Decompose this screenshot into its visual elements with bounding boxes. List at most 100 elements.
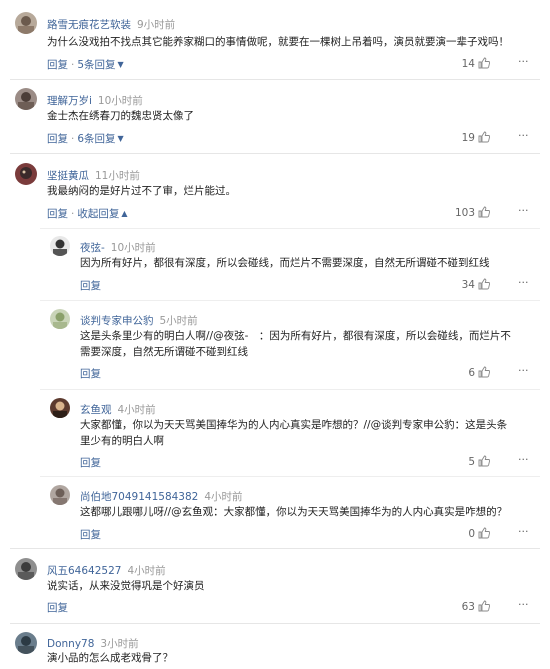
- replies-toggle[interactable]: 6条回复: [77, 133, 115, 145]
- more-dots-icon[interactable]: ···: [518, 276, 529, 289]
- avatar[interactable]: [15, 12, 37, 34]
- separator-dot: ·: [71, 133, 75, 145]
- chevron-up-icon[interactable]: ▲: [121, 209, 127, 218]
- like-button[interactable]: 63: [440, 600, 490, 613]
- reply-button[interactable]: 回复: [47, 600, 68, 615]
- like-button[interactable]: 0: [440, 527, 490, 540]
- comment-user[interactable]: Donny78 3小时前: [47, 636, 139, 651]
- like-count: 19: [461, 132, 475, 144]
- avatar[interactable]: [15, 163, 37, 185]
- avatar[interactable]: [15, 88, 37, 110]
- replies-toggle[interactable]: 收起回复: [77, 208, 119, 220]
- like-count: 14: [461, 58, 475, 70]
- timestamp: 11小时前: [95, 170, 140, 182]
- comment-user[interactable]: 夜弦- 10小时前: [80, 240, 156, 255]
- more-dots-icon[interactable]: ···: [518, 364, 529, 377]
- comment-user[interactable]: 尚伯地7049141584382 4小时前: [80, 489, 243, 504]
- comment-user[interactable]: 坚挺黄瓜 11小时前: [47, 168, 140, 183]
- avatar-image: [50, 236, 70, 256]
- avatar[interactable]: [50, 398, 70, 418]
- more-dots-icon[interactable]: ···: [518, 453, 529, 466]
- reply-button[interactable]: 回复: [47, 208, 68, 220]
- reply-button[interactable]: 回复: [47, 133, 68, 145]
- comment-actions: 回复 · 5条回复 ▼: [47, 57, 124, 72]
- timestamp: 3小时前: [100, 638, 139, 650]
- username[interactable]: 尚伯地7049141584382: [80, 491, 198, 503]
- like-button[interactable]: 34: [440, 278, 490, 291]
- username[interactable]: Donny78: [47, 638, 94, 650]
- comment-user[interactable]: 风五64642527 4小时前: [47, 563, 166, 578]
- thumbs-up-icon[interactable]: [478, 206, 490, 218]
- chevron-down-icon[interactable]: ▼: [118, 134, 124, 143]
- more-dots-icon[interactable]: ···: [518, 204, 529, 217]
- comment-text-line: 里少有的明白人啊: [80, 435, 164, 447]
- replies-toggle[interactable]: 5条回复: [77, 59, 115, 71]
- timestamp: 4小时前: [127, 565, 166, 577]
- comment-actions: 回复 · 6条回复 ▼: [47, 131, 124, 146]
- divider: [40, 228, 540, 229]
- username[interactable]: 坚挺黄瓜: [47, 170, 89, 182]
- divider: [10, 623, 540, 624]
- avatar[interactable]: [50, 236, 70, 256]
- more-dots-icon[interactable]: ···: [518, 598, 529, 611]
- reply-button[interactable]: 回复: [80, 366, 101, 381]
- reply-button[interactable]: 回复: [47, 59, 68, 71]
- like-count: 6: [468, 367, 475, 379]
- username[interactable]: 谈判专家申公豹: [80, 315, 154, 327]
- like-button[interactable]: 5: [440, 455, 490, 468]
- like-button[interactable]: 19: [440, 131, 490, 144]
- more-dots-icon[interactable]: ···: [518, 129, 529, 142]
- comment-text-line: 需要深度，自然无所谓碰不碰到红线: [80, 346, 248, 358]
- avatar-image: [15, 12, 37, 34]
- timestamp: 10小时前: [97, 95, 143, 107]
- like-count: 63: [461, 601, 475, 613]
- username[interactable]: 玄鱼观: [80, 404, 112, 416]
- comment-text: 这都哪儿跟哪儿呀//@玄鱼观：大家都懂，你以为天天骂美国捧华为的人内心真实是咋想…: [80, 506, 508, 518]
- username[interactable]: 风五64642527: [47, 565, 121, 577]
- timestamp: 4小时前: [204, 491, 243, 503]
- timestamp: 10小时前: [110, 242, 156, 254]
- reply-button[interactable]: 回复: [80, 455, 101, 470]
- like-count: 103: [454, 207, 475, 219]
- thumbs-up-icon[interactable]: [478, 600, 490, 612]
- avatar-image: [15, 558, 37, 580]
- divider: [40, 389, 540, 390]
- more-dots-icon[interactable]: ···: [518, 55, 529, 68]
- comment-user[interactable]: 玄鱼观 4小时前: [80, 402, 156, 417]
- timestamp: 9小时前: [137, 19, 176, 31]
- thumbs-up-icon[interactable]: [478, 366, 490, 378]
- thumbs-up-icon[interactable]: [478, 527, 490, 539]
- divider: [40, 300, 540, 301]
- like-count: 5: [468, 456, 475, 468]
- like-button[interactable]: 103: [440, 206, 490, 219]
- divider: [10, 153, 540, 154]
- avatar[interactable]: [15, 558, 37, 580]
- separator-dot: ·: [71, 208, 75, 220]
- chevron-down-icon[interactable]: ▼: [118, 60, 124, 69]
- avatar-image: [50, 309, 70, 329]
- comment-text-line: 大家都懂，你以为天天骂美国捧华为的人内心真实是咋想的？//@谈判专家申公豹：这是…: [80, 419, 508, 431]
- comment-text: 演小品的怎么成老戏骨了？: [47, 652, 173, 664]
- divider: [10, 548, 540, 549]
- thumbs-up-icon[interactable]: [478, 131, 490, 143]
- username[interactable]: 路雪无痕花艺软装: [47, 19, 131, 31]
- username[interactable]: 理解万岁i: [47, 95, 92, 107]
- comment-user[interactable]: 路雪无痕花艺软装 9小时前: [47, 17, 175, 32]
- thumbs-up-icon[interactable]: [478, 57, 490, 69]
- like-button[interactable]: 14: [440, 57, 490, 70]
- like-button[interactable]: 6: [440, 366, 490, 379]
- avatar[interactable]: [15, 632, 37, 654]
- avatar[interactable]: [50, 309, 70, 329]
- comment-user[interactable]: 理解万岁i 10小时前: [47, 93, 143, 108]
- comment-text: 因为所有好片，都很有深度，所以会碰线，而烂片不需要深度，自然无所谓碰不碰到红线: [80, 257, 490, 269]
- reply-button[interactable]: 回复: [80, 527, 101, 542]
- avatar-image: [15, 163, 37, 185]
- username[interactable]: 夜弦-: [80, 242, 105, 254]
- thumbs-up-icon[interactable]: [478, 278, 490, 290]
- reply-button[interactable]: 回复: [80, 278, 101, 293]
- avatar-image: [15, 88, 37, 110]
- more-dots-icon[interactable]: ···: [518, 525, 529, 538]
- thumbs-up-icon[interactable]: [478, 455, 490, 467]
- avatar[interactable]: [50, 485, 70, 505]
- comment-user[interactable]: 谈判专家申公豹 5小时前: [80, 313, 198, 328]
